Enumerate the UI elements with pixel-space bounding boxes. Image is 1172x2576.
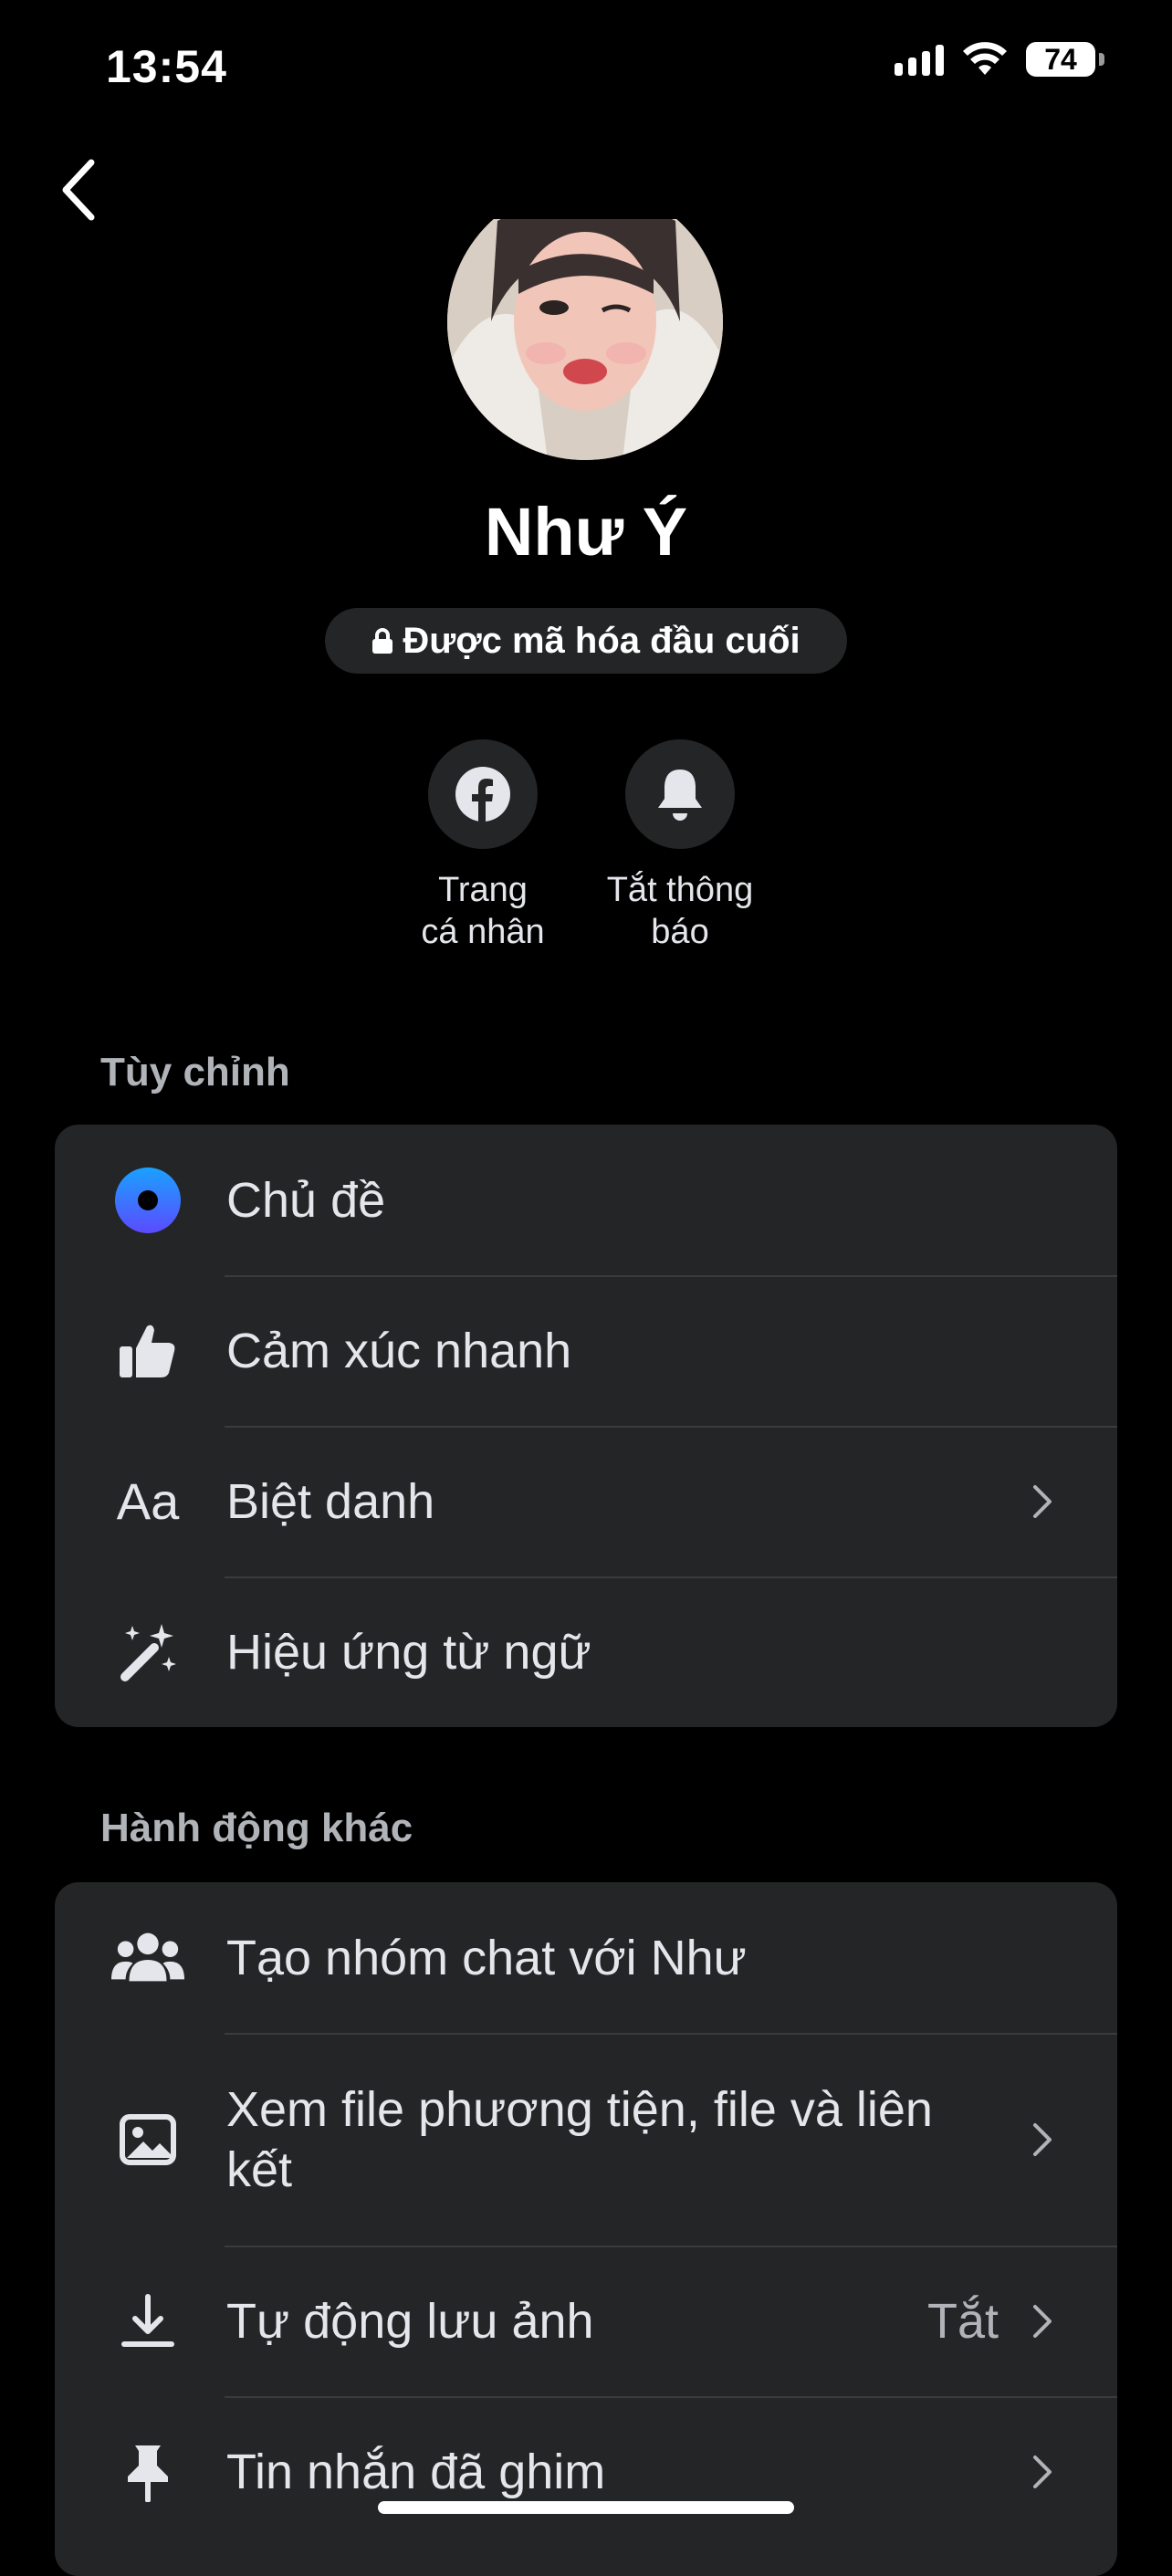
profile-label-1: Trang [438,871,528,909]
encryption-label: Được mã hóa đầu cuối [403,620,801,661]
battery-icon: 74 [1026,42,1104,77]
pinned-messages-label: Tin nhắn đã ghim [226,2444,606,2499]
mute-button[interactable] [625,739,735,849]
nickname-label: Biệt danh [226,1473,435,1529]
encryption-badge[interactable]: Được mã hóa đầu cuối [325,608,847,674]
chevron-right-icon [1033,2122,1052,2156]
pin-icon [111,2435,184,2508]
bell-icon [658,770,702,821]
customize-section-title: Tùy chỉnh [100,1050,290,1094]
thumbs-up-icon [111,1314,184,1387]
quick-reaction-label: Cảm xúc nhanh [226,1323,572,1378]
quick-reaction-row[interactable]: Cảm xúc nhanh [55,1275,1117,1426]
chevron-right-icon [1033,2304,1052,2338]
mute-label-1: Tắt thông [606,871,754,909]
profile-action[interactable]: Trang cá nhân [382,739,583,953]
pinned-messages-row[interactable]: Tin nhắn đã ghim [55,2396,1117,2547]
image-icon [111,2103,184,2176]
auto-save-photos-row[interactable]: Tự động lưu ảnh Tắt [55,2246,1117,2396]
customize-card: Chủ đề Cảm xúc nhanh Aa Biệt danh Hiệu ứ… [55,1125,1117,1727]
theme-icon [111,1164,184,1237]
view-media-row[interactable]: Xem file phương tiện, file và liên kết [55,2033,1117,2246]
auto-save-photos-label: Tự động lưu ảnh [226,2293,594,2349]
mute-action[interactable]: Tắt thông báo [580,739,780,953]
theme-row[interactable]: Chủ đề [55,1125,1117,1275]
back-chevron-icon[interactable] [57,157,100,223]
nickname-row[interactable]: Aa Biệt danh [55,1426,1117,1576]
create-group-label: Tạo nhóm chat với Như [226,1930,747,1985]
download-icon [111,2285,184,2358]
battery-level: 74 [1044,42,1077,76]
profile-avatar[interactable] [447,219,723,460]
mute-label-2: báo [651,913,709,951]
word-effects-label: Hiệu ứng từ ngữ [226,1624,591,1680]
facebook-icon [455,767,510,822]
profile-button[interactable] [428,739,538,849]
word-effects-row[interactable]: Hiệu ứng từ ngữ [55,1576,1117,1727]
other-actions-card: Tạo nhóm chat với Như Xem file phương ti… [55,1882,1117,2576]
profile-name: Như Ý [484,494,688,570]
chevron-right-icon [1033,1484,1052,1518]
create-group-row[interactable]: Tạo nhóm chat với Như [55,1882,1117,2033]
chevron-right-icon [1033,2455,1052,2488]
sparkle-wand-icon [111,1616,184,1689]
auto-save-photos-value: Tắt [926,2293,999,2349]
view-media-label: Xem file phương tiện, file và liên kết [226,2081,933,2197]
status-time: 13:54 [106,41,227,92]
nickname-icon-text: Aa [116,1472,180,1530]
home-indicator[interactable] [378,2501,794,2514]
theme-label: Chủ đề [226,1172,386,1228]
wifi-icon [963,42,1007,75]
other-actions-section-title: Hành động khác [100,1806,413,1850]
nickname-icon: Aa [111,1465,184,1538]
cellular-signal-icon [895,43,944,76]
profile-label-2: cá nhân [421,913,545,951]
lock-icon [372,628,393,654]
status-icons: 74 [895,42,1104,77]
group-icon [111,1922,184,1995]
